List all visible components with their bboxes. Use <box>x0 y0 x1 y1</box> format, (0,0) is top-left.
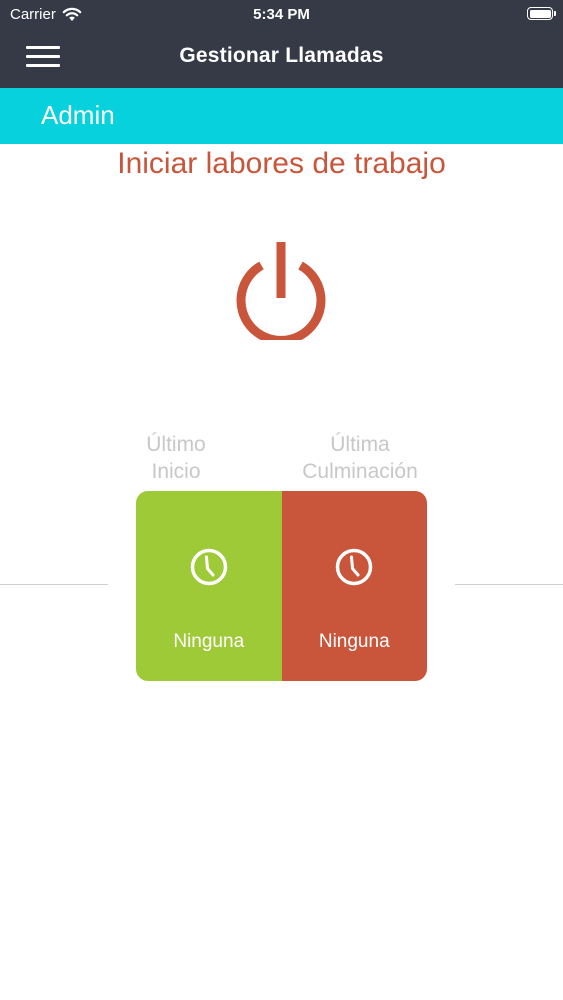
clock-icon <box>190 548 227 586</box>
divider-right <box>455 584 563 585</box>
last-end-label: Última Culminación <box>290 431 430 485</box>
power-button[interactable] <box>231 240 331 345</box>
status-time: 5:34 PM <box>253 6 310 23</box>
last-end-label-line1: Última <box>330 433 390 456</box>
clock-icon <box>336 548 373 586</box>
last-start-value: Ninguna <box>173 631 245 652</box>
nav-title: Gestionar Llamadas <box>179 44 384 67</box>
power-icon <box>236 242 326 345</box>
status-bar: Carrier 5:34 PM <box>0 0 563 30</box>
divider-left <box>0 584 108 585</box>
last-end-value: Ninguna <box>318 631 390 652</box>
last-start-label: Último Inicio <box>136 431 216 485</box>
battery-level <box>529 9 551 18</box>
last-end-label-line2: Culminación <box>302 460 418 483</box>
last-start-label-line2: Inicio <box>151 460 201 483</box>
user-bar: Admin <box>0 88 563 144</box>
top-navigation-bar: Carrier 5:34 PM Gestionar Llamadas <box>0 0 563 88</box>
last-start-label-line1: Último <box>146 433 206 456</box>
status-card: Ninguna Ninguna <box>136 491 427 681</box>
page-heading: Iniciar labores de trabajo <box>117 147 446 180</box>
last-start-panel: Ninguna <box>136 491 282 681</box>
last-end-panel: Ninguna <box>281 491 427 681</box>
battery-icon <box>527 7 556 20</box>
user-name: Admin <box>41 100 115 130</box>
battery-tip <box>554 11 556 16</box>
